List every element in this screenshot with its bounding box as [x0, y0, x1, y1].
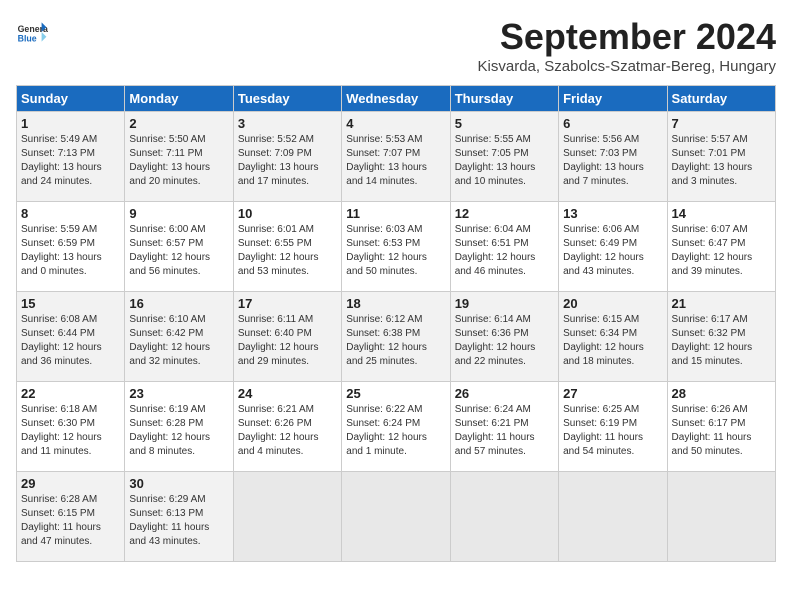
table-row — [233, 472, 341, 562]
calendar-table: Sunday Monday Tuesday Wednesday Thursday… — [16, 85, 776, 562]
table-row: 26Sunrise: 6:24 AMSunset: 6:21 PMDayligh… — [450, 382, 558, 472]
table-row: 25Sunrise: 6:22 AMSunset: 6:24 PMDayligh… — [342, 382, 450, 472]
table-row: 6Sunrise: 5:56 AMSunset: 7:03 PMDaylight… — [559, 112, 667, 202]
logo: General Blue — [16, 16, 48, 48]
header: General Blue September 2024 Kisvarda, Sz… — [16, 16, 776, 75]
col-wednesday: Wednesday — [342, 86, 450, 112]
col-tuesday: Tuesday — [233, 86, 341, 112]
table-row: 10Sunrise: 6:01 AMSunset: 6:55 PMDayligh… — [233, 202, 341, 292]
week-row-3: 15Sunrise: 6:08 AMSunset: 6:44 PMDayligh… — [17, 292, 776, 382]
table-row: 23Sunrise: 6:19 AMSunset: 6:28 PMDayligh… — [125, 382, 233, 472]
table-row: 15Sunrise: 6:08 AMSunset: 6:44 PMDayligh… — [17, 292, 125, 382]
title-area: September 2024 Kisvarda, Szabolcs-Szatma… — [478, 16, 776, 75]
table-row: 12Sunrise: 6:04 AMSunset: 6:51 PMDayligh… — [450, 202, 558, 292]
week-row-2: 8Sunrise: 5:59 AMSunset: 6:59 PMDaylight… — [17, 202, 776, 292]
table-row: 2Sunrise: 5:50 AMSunset: 7:11 PMDaylight… — [125, 112, 233, 202]
table-row — [450, 472, 558, 562]
table-row: 13Sunrise: 6:06 AMSunset: 6:49 PMDayligh… — [559, 202, 667, 292]
header-row: Sunday Monday Tuesday Wednesday Thursday… — [17, 86, 776, 112]
table-row: 19Sunrise: 6:14 AMSunset: 6:36 PMDayligh… — [450, 292, 558, 382]
table-row: 8Sunrise: 5:59 AMSunset: 6:59 PMDaylight… — [17, 202, 125, 292]
table-row: 20Sunrise: 6:15 AMSunset: 6:34 PMDayligh… — [559, 292, 667, 382]
table-row: 21Sunrise: 6:17 AMSunset: 6:32 PMDayligh… — [667, 292, 775, 382]
table-row: 16Sunrise: 6:10 AMSunset: 6:42 PMDayligh… — [125, 292, 233, 382]
table-row: 9Sunrise: 6:00 AMSunset: 6:57 PMDaylight… — [125, 202, 233, 292]
col-thursday: Thursday — [450, 86, 558, 112]
table-row: 22Sunrise: 6:18 AMSunset: 6:30 PMDayligh… — [17, 382, 125, 472]
week-row-1: 1Sunrise: 5:49 AMSunset: 7:13 PMDaylight… — [17, 112, 776, 202]
col-saturday: Saturday — [667, 86, 775, 112]
table-row: 28Sunrise: 6:26 AMSunset: 6:17 PMDayligh… — [667, 382, 775, 472]
location-title: Kisvarda, Szabolcs-Szatmar-Bereg, Hungar… — [478, 58, 776, 75]
table-row: 4Sunrise: 5:53 AMSunset: 7:07 PMDaylight… — [342, 112, 450, 202]
col-monday: Monday — [125, 86, 233, 112]
col-friday: Friday — [559, 86, 667, 112]
week-row-4: 22Sunrise: 6:18 AMSunset: 6:30 PMDayligh… — [17, 382, 776, 472]
table-row: 14Sunrise: 6:07 AMSunset: 6:47 PMDayligh… — [667, 202, 775, 292]
table-row: 3Sunrise: 5:52 AMSunset: 7:09 PMDaylight… — [233, 112, 341, 202]
table-row: 1Sunrise: 5:49 AMSunset: 7:13 PMDaylight… — [17, 112, 125, 202]
table-row — [667, 472, 775, 562]
table-row: 30Sunrise: 6:29 AMSunset: 6:13 PMDayligh… — [125, 472, 233, 562]
table-row: 11Sunrise: 6:03 AMSunset: 6:53 PMDayligh… — [342, 202, 450, 292]
table-row — [559, 472, 667, 562]
month-title: September 2024 — [478, 16, 776, 58]
table-row: 17Sunrise: 6:11 AMSunset: 6:40 PMDayligh… — [233, 292, 341, 382]
table-row: 7Sunrise: 5:57 AMSunset: 7:01 PMDaylight… — [667, 112, 775, 202]
week-row-5: 29Sunrise: 6:28 AMSunset: 6:15 PMDayligh… — [17, 472, 776, 562]
svg-text:Blue: Blue — [18, 34, 37, 44]
table-row: 5Sunrise: 5:55 AMSunset: 7:05 PMDaylight… — [450, 112, 558, 202]
table-row: 29Sunrise: 6:28 AMSunset: 6:15 PMDayligh… — [17, 472, 125, 562]
col-sunday: Sunday — [17, 86, 125, 112]
table-row: 24Sunrise: 6:21 AMSunset: 6:26 PMDayligh… — [233, 382, 341, 472]
table-row: 18Sunrise: 6:12 AMSunset: 6:38 PMDayligh… — [342, 292, 450, 382]
logo-icon: General Blue — [16, 16, 48, 48]
table-row — [342, 472, 450, 562]
table-row: 27Sunrise: 6:25 AMSunset: 6:19 PMDayligh… — [559, 382, 667, 472]
